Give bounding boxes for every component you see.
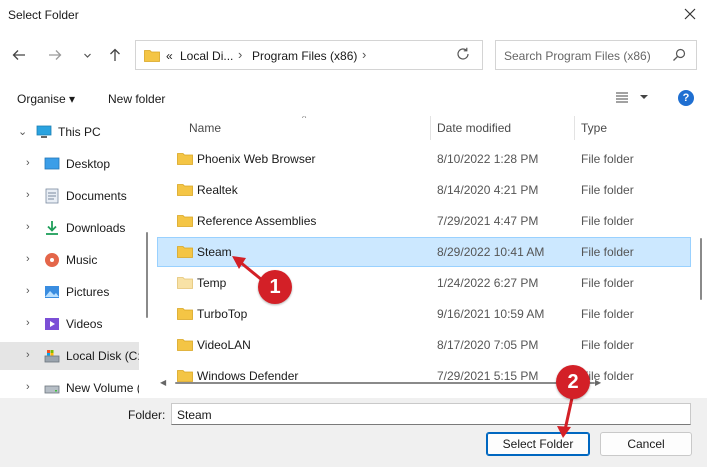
annotation-arrows [232, 256, 574, 438]
annotation-badge-2: 2 [556, 365, 590, 399]
annotation-badge-1: 1 [258, 270, 292, 304]
select-folder-dialog: Select Folder « Local Di... › Program Fi… [0, 0, 707, 467]
annotation-arrow-2 [563, 397, 574, 431]
annotation-arrow-1 [239, 260, 263, 282]
annotation-arrowhead-2 [557, 426, 571, 438]
